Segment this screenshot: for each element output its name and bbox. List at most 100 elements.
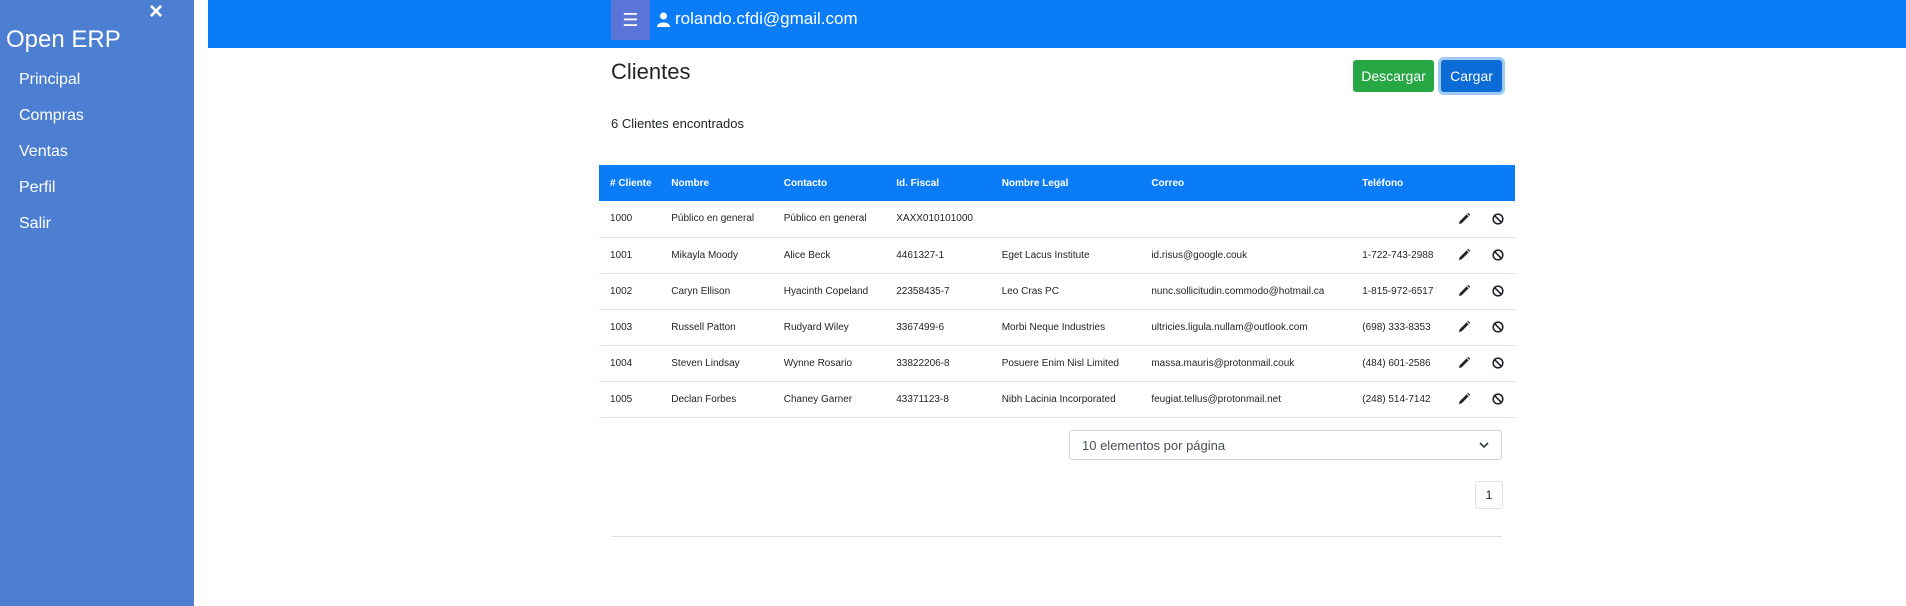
cell-telefono: (484) 601-2586 <box>1362 357 1431 369</box>
brand-title: Open ERP <box>6 26 121 53</box>
col-header-delete <box>1481 165 1515 201</box>
top-navbar: ☰ rolando.cfdi@gmail.com <box>208 0 1906 48</box>
delete-button[interactable] <box>1481 345 1515 381</box>
delete-button[interactable] <box>1481 273 1515 309</box>
col-header-nombre: Nombre <box>671 177 710 189</box>
cell-telefono: 1-815-972-6517 <box>1362 285 1434 297</box>
edit-button[interactable] <box>1447 309 1481 345</box>
sidebar-item-principal[interactable]: Principal <box>19 68 84 104</box>
cell-id-fiscal: 22358435-7 <box>896 285 950 297</box>
col-header-telefono: Teléfono <box>1362 177 1404 189</box>
cell-id: 1005 <box>610 393 633 405</box>
delete-button[interactable] <box>1481 309 1515 345</box>
table-header-row: # Cliente Nombre Contacto Id. Fiscal Nom… <box>599 165 1515 201</box>
cell-nombre-legal: Posuere Enim Nisl Limited <box>1001 357 1119 369</box>
cell-id-fiscal: 43371123-8 <box>896 393 949 405</box>
cell-id: 1000 <box>610 213 633 225</box>
cell-nombre-legal: Morbi Neque Industries <box>1001 321 1106 333</box>
cell-contacto: Alice Beck <box>783 249 831 261</box>
cell-id: 1003 <box>610 321 633 333</box>
col-header-id: # Cliente <box>610 177 652 189</box>
ban-icon <box>1492 285 1504 297</box>
divider <box>611 536 1502 537</box>
user-icon <box>657 12 670 27</box>
cell-contacto: Hyacinth Copeland <box>783 285 869 297</box>
sidebar: × Open ERP Principal Compras Ventas Perf… <box>0 0 194 606</box>
delete-button[interactable] <box>1481 237 1515 273</box>
col-header-nombre-legal: Nombre Legal <box>1001 177 1069 189</box>
cell-nombre: Steven Lindsay <box>671 357 740 369</box>
edit-button[interactable] <box>1447 381 1481 417</box>
table-row: 1001 Mikayla Moody Alice Beck 4461327-1 Eget… <box>599 237 1515 273</box>
cell-nombre-legal <box>991 201 1141 237</box>
cell-contacto: Wynne Rosario <box>783 357 853 369</box>
ban-icon <box>1492 321 1504 333</box>
col-header-correo: Correo <box>1151 177 1185 189</box>
sidebar-item-ventas[interactable]: Ventas <box>19 140 84 176</box>
cell-nombre: Russell Patton <box>671 321 736 333</box>
cell-nombre-legal: Eget Lacus Institute <box>1001 249 1090 261</box>
edit-button[interactable] <box>1447 237 1481 273</box>
user-email: rolando.cfdi@gmail.com <box>675 9 858 28</box>
col-header-id-fiscal: Id. Fiscal <box>896 177 940 189</box>
table-row: 1004 Steven Lindsay Wynne Rosario 33822206-… <box>599 345 1515 381</box>
pencil-icon <box>1458 248 1470 260</box>
sidebar-item-compras[interactable]: Compras <box>19 104 84 140</box>
cell-id-fiscal: 33822206-8 <box>896 357 950 369</box>
per-page-select[interactable]: 10 elementos por página <box>1069 430 1502 460</box>
download-button[interactable]: Descargar <box>1353 60 1434 92</box>
results-count: 6 Clientes encontrados <box>611 116 744 131</box>
cell-telefono: 1-722-743-2988 <box>1362 249 1434 261</box>
cell-correo: id.risus@google.couk <box>1151 249 1248 261</box>
delete-button[interactable] <box>1481 201 1515 237</box>
sidebar-nav: Principal Compras Ventas Perfil Salir <box>19 68 84 248</box>
edit-button[interactable] <box>1447 201 1481 237</box>
page-button[interactable]: 1 <box>1475 481 1503 509</box>
cell-nombre: Mikayla Moody <box>671 249 738 261</box>
cell-telefono: (248) 514-7142 <box>1362 393 1431 405</box>
cell-correo: ultricies.ligula.nullam@outlook.com <box>1151 321 1308 333</box>
cell-id-fiscal: 3367499-6 <box>896 321 945 333</box>
pencil-icon <box>1458 212 1470 224</box>
cell-contacto: Chaney Garner <box>783 393 853 405</box>
chevron-down-icon <box>1479 441 1489 448</box>
per-page-value: 10 elementos por página <box>1082 437 1226 453</box>
user-menu[interactable]: rolando.cfdi@gmail.com <box>657 9 858 29</box>
ban-icon <box>1492 213 1504 225</box>
edit-button[interactable] <box>1447 345 1481 381</box>
col-header-contacto: Contacto <box>783 177 828 189</box>
cell-correo: feugiat.tellus@protonmail.net <box>1151 393 1281 405</box>
ban-icon <box>1492 357 1504 369</box>
cell-telefono: (698) 333-8353 <box>1362 321 1431 333</box>
menu-toggle-button[interactable]: ☰ <box>611 0 650 40</box>
cell-correo <box>1140 201 1351 237</box>
table-row: 1000 Público en general Público en general… <box>599 201 1515 237</box>
cell-telefono <box>1351 201 1446 237</box>
upload-button[interactable]: Cargar <box>1441 60 1502 92</box>
cell-nombre-legal: Nibh Lacinia Incorporated <box>1001 393 1116 405</box>
cell-id: 1002 <box>610 285 633 297</box>
table-body: 1000 Público en general Público en general… <box>599 201 1515 417</box>
edit-button[interactable] <box>1447 273 1481 309</box>
pencil-icon <box>1458 392 1470 404</box>
sidebar-item-perfil[interactable]: Perfil <box>19 176 84 212</box>
table-row: 1003 Russell Patton Rudyard Wiley 3367499-6… <box>599 309 1515 345</box>
page-title: Clientes <box>611 59 691 84</box>
cell-nombre: Declan Forbes <box>671 393 737 405</box>
pencil-icon <box>1458 356 1470 368</box>
sidebar-item-salir[interactable]: Salir <box>19 212 84 248</box>
cell-id: 1004 <box>610 357 633 369</box>
table-row: 1002 Caryn Ellison Hyacinth Copeland 223584… <box>599 273 1515 309</box>
close-icon[interactable]: × <box>149 0 163 26</box>
cell-contacto: Público en general <box>783 213 867 225</box>
cell-id-fiscal: 4461327-1 <box>896 249 945 261</box>
cell-nombre-legal: Leo Cras PC <box>1001 285 1059 297</box>
clients-table: # Cliente Nombre Contacto Id. Fiscal Nom… <box>599 165 1515 418</box>
col-header-edit <box>1447 165 1481 201</box>
ban-icon <box>1492 393 1504 405</box>
table-row: 1005 Declan Forbes Chaney Garner 43371123-8… <box>599 381 1515 417</box>
delete-button[interactable] <box>1481 381 1515 417</box>
cell-nombre: Público en general <box>671 213 755 225</box>
cell-id-fiscal: XAXX010101000 <box>896 213 973 225</box>
ban-icon <box>1492 249 1504 261</box>
